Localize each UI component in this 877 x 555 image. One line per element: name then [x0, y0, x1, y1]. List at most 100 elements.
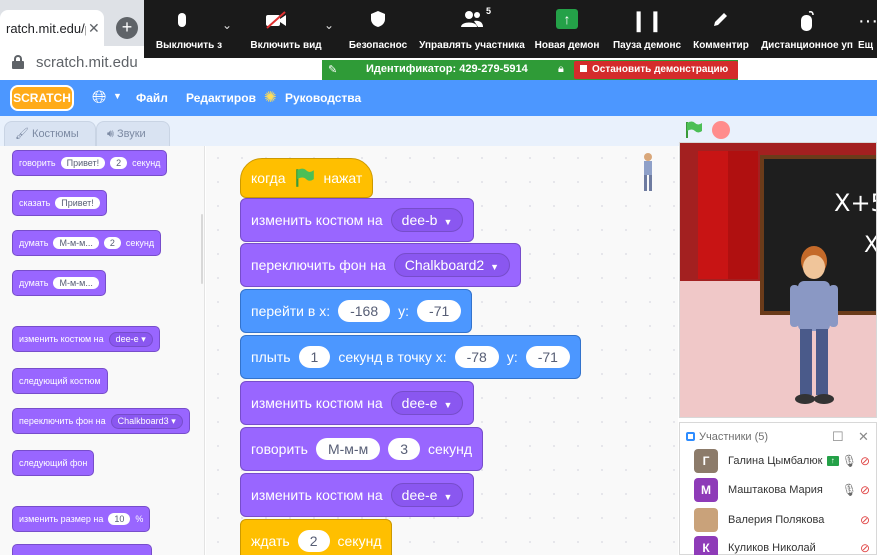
block-when-flag-clicked[interactable]: когда нажат [240, 158, 374, 198]
block-input[interactable]: 2 [103, 237, 121, 249]
remote-control-icon [798, 10, 816, 37]
y-input[interactable]: -71 [417, 300, 462, 322]
block-text: следующий фон [19, 458, 88, 468]
block-switch-costume[interactable]: изменить костюм на dee-b ▼ [240, 198, 475, 242]
block-text: секунд [337, 533, 382, 549]
secs-input[interactable]: 3 [388, 438, 421, 460]
x-input[interactable]: -78 [454, 346, 499, 368]
annotate-button[interactable]: Комментир [688, 0, 754, 58]
mute-button[interactable]: ⌄ Выключить з [144, 0, 234, 58]
backdrop-dropdown[interactable]: Chalkboard2 ▼ [393, 253, 511, 277]
more-button[interactable]: ··· Ещ [858, 0, 877, 58]
block-think-timed[interactable]: думать М-м-м... 2 секунд [12, 230, 162, 256]
block-palette: говорить Привет! 2 секунд сказать Привет… [0, 146, 205, 555]
block-input[interactable]: Привет! [60, 157, 106, 169]
curtain [728, 151, 758, 279]
video-button[interactable]: ⌄ Включить вид [236, 0, 336, 58]
menu-tutorials[interactable]: Руководства [285, 91, 361, 105]
block-partial[interactable] [12, 544, 152, 555]
block-say-timed[interactable]: говорить Привет! 2 секунд [12, 150, 168, 176]
participants-icon [460, 10, 484, 33]
block-input[interactable]: М-м-м... [53, 237, 99, 249]
tab-costumes[interactable]: 🖌︎ Костюмы [4, 121, 96, 146]
close-icon[interactable]: ✕ [858, 429, 869, 445]
backdrop-dropdown[interactable]: Chalkboard3 ▾ [110, 413, 183, 429]
lock-icon [12, 55, 24, 69]
costume-dropdown[interactable]: dee-b ▼ [390, 208, 464, 232]
block-think[interactable]: думать М-м-м... [12, 270, 106, 296]
board-text: X+5 [834, 189, 876, 217]
stop-share-button[interactable]: Остановить демонстрацию [574, 61, 738, 79]
video-off-icon [264, 10, 288, 35]
block-goto-xy[interactable]: перейти в x: -168 y: -71 [240, 289, 473, 333]
new-share-button[interactable]: ↑ Новая демон [532, 0, 602, 58]
zoom-toolbar: ⌄ Выключить з ⌄ Включить вид Безопаснос … [144, 0, 877, 58]
message-input[interactable]: М-м-м [315, 438, 381, 460]
remote-control-button[interactable]: Дистанционное уп [758, 0, 856, 58]
block-text: следующий костюм [19, 376, 101, 386]
globe-icon[interactable]: 🌐︎ [92, 87, 106, 108]
palette-scrollbar[interactable] [201, 214, 203, 284]
participant-row[interactable]: Г Галина Цымбалюк ↑ 🎙︎ ⊘ [694, 449, 876, 473]
close-icon[interactable]: ✕ [88, 20, 100, 37]
menu-file[interactable]: Файл [136, 91, 168, 105]
block-next-backdrop[interactable]: следующий фон [12, 450, 95, 476]
lock-icon: 🔒︎ [558, 63, 564, 75]
secs-input[interactable]: 2 [297, 530, 330, 552]
participant-row[interactable]: Валерия Полякова ⊘ [694, 508, 876, 532]
block-input[interactable]: Привет! [55, 197, 100, 209]
block-switch-costume[interactable]: изменить костюм на dee-e ▼ [240, 381, 475, 425]
chevron-down-icon: ▾ [141, 333, 146, 344]
block-input[interactable]: М-м-м... [53, 277, 99, 289]
pen-icon: ✎ [328, 64, 338, 76]
y-input[interactable]: -71 [525, 346, 570, 368]
block-wait[interactable]: ждать 2 секунд [240, 519, 393, 555]
block-input[interactable]: 2 [110, 157, 128, 169]
stage[interactable]: X+5 X= [679, 142, 877, 418]
block-switch-backdrop[interactable]: переключить фон на Chalkboard2 ▼ [240, 243, 522, 287]
chevron-down-icon[interactable]: ⌄ [222, 18, 232, 32]
new-tab-button[interactable]: + [116, 17, 138, 39]
security-label: Безопаснос [348, 40, 408, 51]
secs-input[interactable]: 1 [298, 346, 331, 368]
block-switch-costume[interactable]: изменить костюм на dee-e ▾ [12, 326, 160, 352]
popout-icon[interactable]: ☐ [832, 429, 844, 445]
stop-icon [580, 65, 587, 72]
participant-row[interactable]: М Маштакова Мария 🎙︎ ⊘ [694, 478, 876, 502]
participants-button[interactable]: 5 Управлять участника [414, 0, 530, 58]
script-area[interactable]: когда нажат изменить костюм на dee-b ▼ пе… [206, 146, 678, 555]
curtain [698, 151, 728, 279]
scratch-logo[interactable]: SCRATCH [10, 85, 74, 111]
participant-row[interactable]: К Куликов Николай ⊘ [694, 536, 876, 555]
address-bar[interactable]: scratch.mit.edu [0, 46, 150, 80]
participant-name: Галина Цымбалюк [728, 455, 823, 467]
costume-dropdown[interactable]: dee-e ▼ [390, 391, 464, 415]
menu-edit[interactable]: Редактиров [186, 91, 256, 105]
block-say[interactable]: сказать Привет! [12, 190, 107, 216]
video-label: Включить вид [250, 40, 322, 51]
mute-label: Выключить з [155, 40, 223, 51]
block-text: y: [506, 349, 518, 365]
costume-dropdown[interactable]: dee-e ▼ [390, 483, 464, 507]
block-say-timed[interactable]: говорить М-м-м 3 секунд [240, 427, 483, 471]
block-text: говорить [19, 158, 56, 168]
block-change-size[interactable]: изменить размер на 10 % [12, 506, 151, 532]
block-switch-backdrop[interactable]: переключить фон на Chalkboard3 ▾ [12, 408, 190, 434]
sprite-character[interactable] [784, 243, 844, 413]
flag-icon [686, 121, 702, 138]
block-switch-costume[interactable]: изменить костюм на dee-e ▼ [240, 473, 475, 517]
chevron-down-icon[interactable]: ⌄ [324, 18, 334, 32]
security-button[interactable]: Безопаснос [344, 0, 412, 58]
more-icon: ··· [858, 10, 877, 32]
chevron-down-icon[interactable]: ▼ [113, 91, 122, 101]
stop-button[interactable] [712, 121, 730, 139]
x-input[interactable]: -168 [338, 300, 391, 322]
tab-sounds[interactable]: 🔊︎ Звуки [96, 121, 170, 146]
block-next-costume[interactable]: следующий костюм [12, 368, 108, 394]
pause-share-button[interactable]: ❙❙ Пауза демонс [608, 0, 686, 58]
block-input[interactable]: 10 [108, 513, 131, 525]
costume-dropdown[interactable]: dee-e ▾ [108, 331, 153, 347]
participants-title: Участники (5) [686, 431, 768, 443]
block-glide-to-xy[interactable]: плыть 1 секунд в точку x: -78 y: -71 [240, 335, 581, 379]
browser-tab[interactable]: ratch.mit.edu/p ✕ [0, 10, 104, 46]
